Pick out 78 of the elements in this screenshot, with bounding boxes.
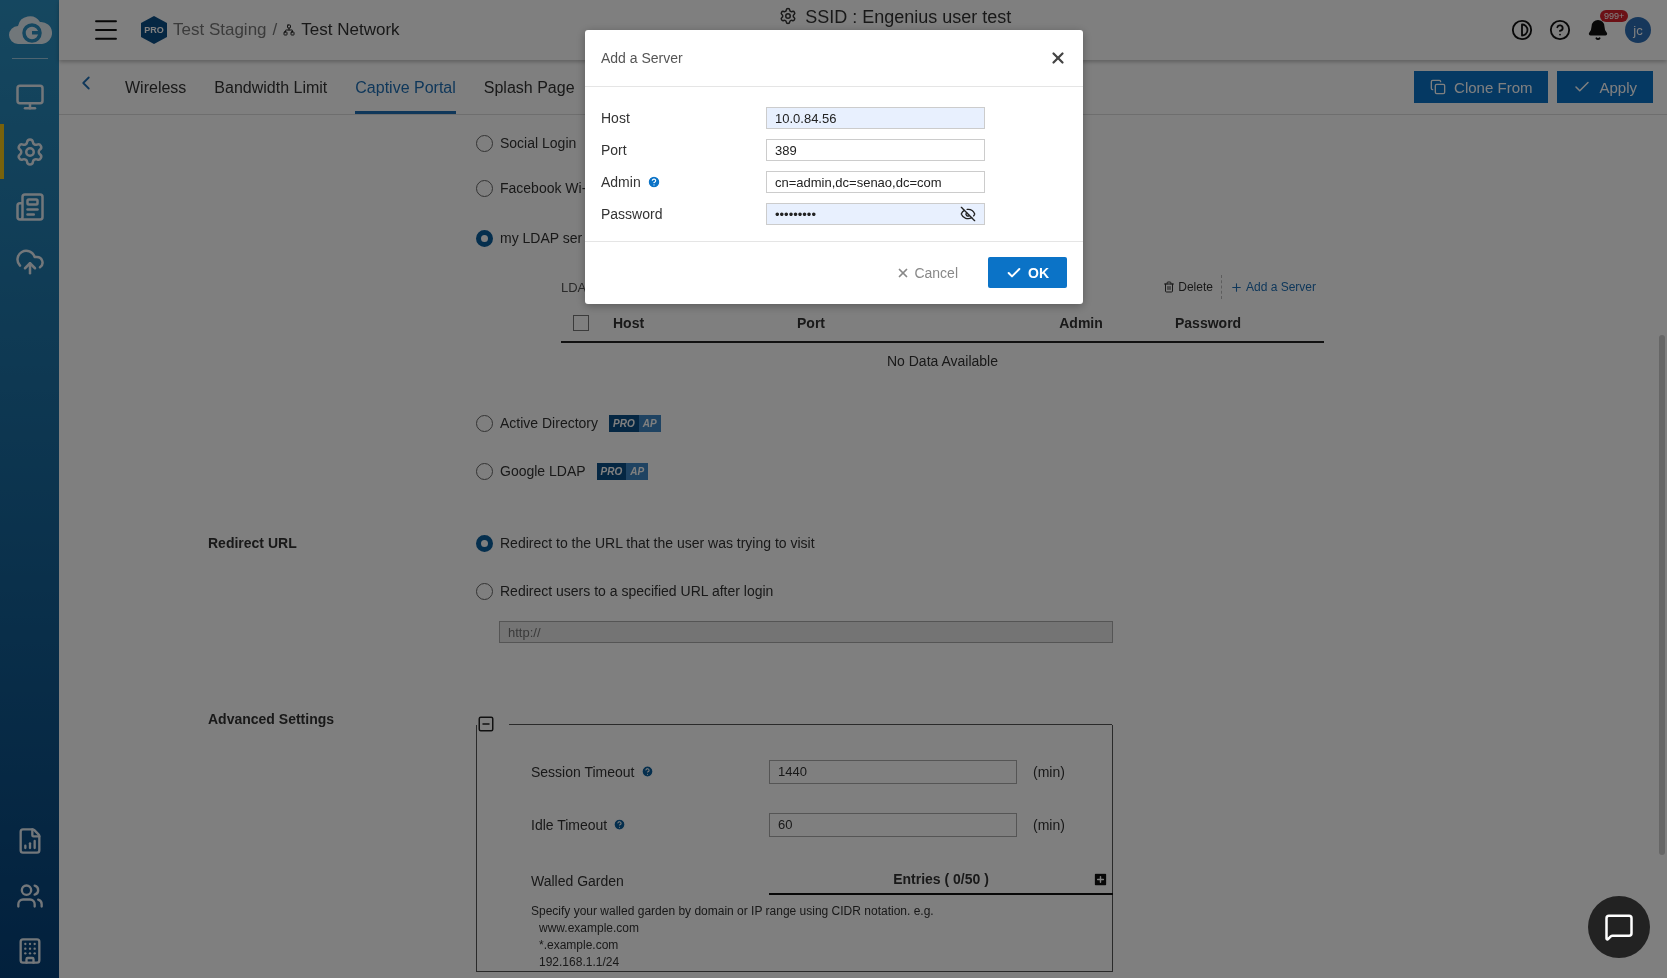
unit-label: (min) bbox=[1033, 763, 1066, 780]
network-link[interactable]: Test Network bbox=[301, 20, 400, 40]
text-field[interactable]: 389 bbox=[766, 139, 985, 161]
radio-label: Active Directory bbox=[500, 415, 599, 431]
avatar[interactable]: jc bbox=[1625, 17, 1651, 43]
copy-icon bbox=[1430, 79, 1447, 95]
ldap-label: LDA bbox=[561, 279, 587, 295]
column-header: Password bbox=[1175, 315, 1243, 331]
tab[interactable]: Bandwidth Limit bbox=[214, 79, 328, 114]
radio-button[interactable] bbox=[476, 179, 493, 197]
chat-icon bbox=[1604, 912, 1634, 942]
notification-count: 999+ bbox=[1600, 10, 1629, 22]
field-label: Walled Garden bbox=[531, 873, 625, 891]
column-header: Host bbox=[613, 315, 646, 331]
close-icon[interactable] bbox=[1049, 49, 1067, 67]
eye-off-icon[interactable] bbox=[960, 206, 976, 222]
tab[interactable]: Captive Portal bbox=[355, 79, 456, 114]
collapse-icon[interactable] bbox=[477, 715, 495, 733]
radio-button[interactable] bbox=[476, 414, 493, 432]
text-field[interactable]: cn=admin,dc=senao,dc=com bbox=[766, 171, 985, 193]
pro-badge: PRO bbox=[141, 16, 167, 44]
clone-button[interactable]: Clone From bbox=[1414, 71, 1549, 103]
network-icon bbox=[283, 24, 296, 36]
section-label: Advanced Settings bbox=[208, 710, 336, 729]
radio-button[interactable] bbox=[476, 134, 493, 152]
radio-label: Redirect users to a specified URL after login bbox=[500, 583, 774, 599]
timeout-field[interactable]: 60 bbox=[769, 812, 1017, 837]
empty-message: No Data Available bbox=[885, 352, 999, 371]
column-header: Admin bbox=[1058, 315, 1104, 331]
help-icon[interactable] bbox=[1549, 19, 1571, 41]
add-server-link[interactable]: Add a Server bbox=[1221, 280, 1324, 294]
field-label: Admin bbox=[601, 174, 641, 190]
field-label: Port bbox=[601, 142, 627, 158]
delete-button[interactable]: Delete bbox=[1155, 280, 1221, 294]
radio-button[interactable] bbox=[476, 229, 493, 247]
radio-label: Facebook Wi- bbox=[500, 180, 587, 196]
cancel-button[interactable]: Cancel bbox=[890, 263, 964, 282]
text-field[interactable]: 10.0.84.56 bbox=[766, 107, 985, 129]
select-all-checkbox[interactable] bbox=[573, 315, 589, 331]
dialog-title: Add a Server bbox=[601, 50, 683, 66]
timeout-field[interactable]: 1440 bbox=[769, 759, 1017, 784]
field-label: Host bbox=[601, 110, 630, 126]
radio-button[interactable] bbox=[476, 582, 493, 600]
radio-label: Social Login bbox=[500, 135, 577, 151]
tab[interactable]: Wireless bbox=[125, 79, 187, 114]
column-header: Port bbox=[797, 315, 826, 331]
field-label: Session Timeout bbox=[531, 763, 635, 780]
radio-label: Redirect to the URL that the user was trying to visit bbox=[500, 535, 815, 551]
plus-icon bbox=[1229, 280, 1243, 294]
radio-label: my LDAP ser bbox=[500, 230, 583, 246]
users-icon[interactable] bbox=[15, 881, 44, 910]
radio-button[interactable] bbox=[476, 534, 493, 552]
org-link[interactable]: Test Staging bbox=[173, 20, 267, 40]
unit-label: (min) bbox=[1033, 816, 1066, 833]
help-text: Specify your walled garden by domain or IP range using CIDR notation. e.g. bbox=[531, 903, 935, 920]
section-label: Redirect URL bbox=[208, 534, 298, 553]
breadcrumb-separator: / bbox=[272, 20, 278, 40]
gear-icon bbox=[779, 7, 798, 25]
example-text: *.example.com bbox=[538, 937, 620, 954]
cloud-upload-icon bbox=[14, 246, 45, 277]
add-entry-icon[interactable] bbox=[1092, 870, 1109, 888]
tab[interactable]: Splash Page bbox=[483, 79, 575, 114]
radio-label: Google LDAP bbox=[500, 463, 586, 479]
example-text: 192.168.1.1/24 bbox=[538, 954, 621, 971]
newspaper-icon bbox=[14, 191, 45, 222]
trash-icon bbox=[1163, 281, 1176, 293]
gear-icon bbox=[14, 136, 45, 167]
bell-icon[interactable] bbox=[1587, 19, 1609, 41]
example-text: www.example.com bbox=[538, 920, 641, 937]
field-label: Password bbox=[601, 206, 663, 222]
page-title: SSID : Engenius user test bbox=[805, 7, 1012, 28]
password-field[interactable]: ••••••••• bbox=[766, 203, 985, 225]
contrast-icon[interactable] bbox=[1511, 19, 1533, 41]
field-label: Idle Timeout bbox=[531, 816, 608, 833]
ok-button[interactable]: OK bbox=[988, 257, 1067, 288]
radio-button[interactable] bbox=[476, 462, 493, 480]
apply-button[interactable]: Apply bbox=[1557, 71, 1653, 103]
entries-count: Entries ( 0/50 ) bbox=[893, 871, 989, 887]
